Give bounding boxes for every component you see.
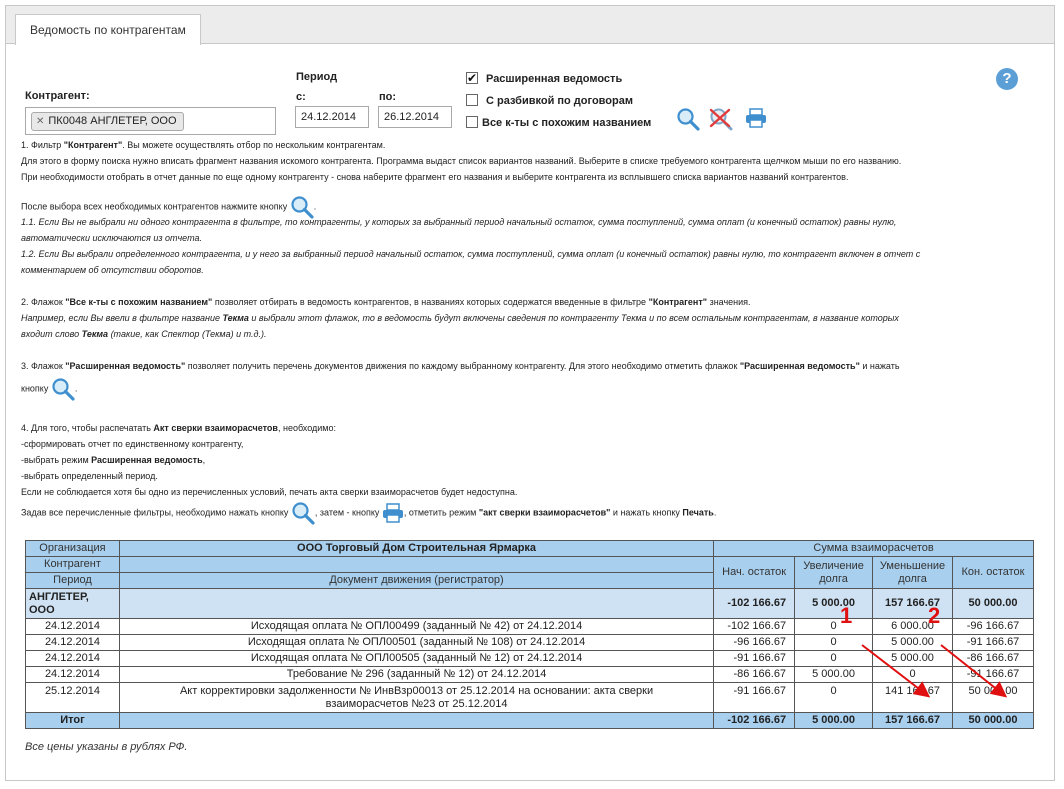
- annotation-arrow-1: [861, 644, 931, 698]
- annotation-arrow-2: [940, 644, 1008, 698]
- annotation-arrows: [861, 644, 1008, 698]
